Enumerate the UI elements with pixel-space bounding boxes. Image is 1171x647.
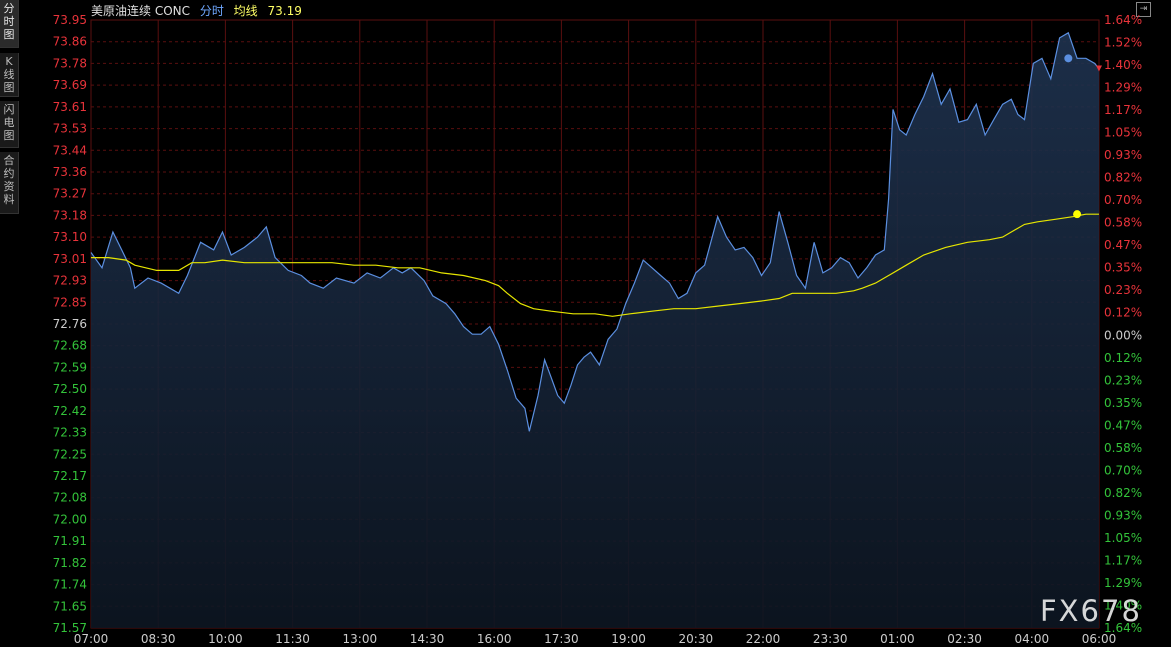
y-tick-label-right: 0.12%	[1104, 306, 1142, 320]
x-tick-label: 04:00	[1015, 632, 1050, 646]
x-tick-label: 01:00	[880, 632, 915, 646]
y-tick-label-left: 72.93	[53, 274, 87, 288]
y-tick-label-left: 72.85	[53, 295, 87, 309]
y-tick-label-left: 73.10	[53, 230, 87, 244]
y-tick-label-right: 0.47%	[1104, 238, 1142, 252]
y-tick-label-left: 73.86	[53, 35, 87, 49]
y-tick-label-right: 0.82%	[1104, 171, 1142, 185]
y-tick-label-left: 73.95	[53, 13, 87, 27]
y-tick-label-left: 72.17	[53, 469, 87, 483]
x-tick-label: 22:00	[746, 632, 781, 646]
y-tick-label-right: 0.35%	[1104, 261, 1142, 275]
y-tick-label-right: 0.00%	[1104, 328, 1142, 342]
y-tick-label-right: 0.70%	[1104, 193, 1142, 207]
y-tick-label-right: 0.82%	[1104, 486, 1142, 500]
y-tick-label-left: 71.91	[53, 534, 87, 548]
y-tick-label-left: 71.65	[53, 599, 87, 613]
y-tick-label-right: 0.70%	[1104, 463, 1142, 477]
x-tick-label: 19:00	[611, 632, 646, 646]
average-marker-dot	[1073, 210, 1082, 219]
y-tick-label-left: 72.50	[53, 382, 87, 396]
y-tick-label-left: 72.68	[53, 339, 87, 353]
y-tick-label-right: 1.05%	[1104, 126, 1142, 140]
y-tick-label-right: 1.52%	[1104, 36, 1142, 50]
y-tick-label-left: 72.76	[53, 317, 87, 331]
y-tick-label-right: 0.47%	[1104, 418, 1142, 432]
x-tick-label: 02:30	[947, 632, 982, 646]
price-area	[91, 32, 1099, 629]
y-tick-label-left: 72.25	[53, 447, 87, 461]
y-tick-label-right: 1.29%	[1104, 576, 1142, 590]
y-tick-label-left: 72.00	[53, 512, 87, 526]
y-tick-label-right: 0.93%	[1104, 148, 1142, 162]
y-tick-label-left: 73.27	[53, 187, 87, 201]
price-chart: 07:00 08:30 10:00 11:30 13:00 14:30 16:00 17:30…	[53, 13, 1142, 646]
y-tick-label-left: 71.57	[53, 621, 87, 635]
y-tick-label-right: 1.64%	[1104, 13, 1142, 27]
y-tick-label-left: 73.36	[53, 165, 87, 179]
y-tick-label-right: 0.35%	[1104, 396, 1142, 410]
y-tick-label-left: 72.42	[53, 404, 87, 418]
x-tick-label: 11:30	[275, 632, 310, 646]
y-tick-label-left: 73.78	[53, 56, 87, 70]
y-tick-label-left: 72.08	[53, 491, 87, 505]
y-tick-label-right: 1.29%	[1104, 81, 1142, 95]
y-tick-label-left: 73.18	[53, 208, 87, 222]
y-tick-label-right: 1.17%	[1104, 553, 1142, 567]
x-tick-label: 23:30	[813, 632, 848, 646]
y-tick-label-left: 71.74	[53, 578, 87, 592]
x-tick-label: 17:30	[544, 632, 579, 646]
y-tick-label-right: 0.58%	[1104, 216, 1142, 230]
y-tick-label-left: 73.44	[53, 143, 87, 157]
y-tick-label-left: 73.53	[53, 122, 87, 136]
y-tick-label-left: 73.61	[53, 100, 87, 114]
y-tick-label-left: 72.59	[53, 360, 87, 374]
y-tick-label-left: 71.82	[53, 556, 87, 570]
chart-window: 分时图 K线图 闪电图 合约资料 美原油连续 CONC 分时 均线 73.19 …	[0, 0, 1171, 647]
y-tick-label-left: 73.01	[53, 252, 87, 266]
y-tick-label-right: 1.40%	[1104, 598, 1142, 612]
y-tick-label-right: 0.23%	[1104, 283, 1142, 297]
y-tick-label-right: 1.17%	[1104, 103, 1142, 117]
price-marker-dot	[1064, 54, 1073, 63]
x-tick-label: 20:30	[679, 632, 714, 646]
x-tick-label: 14:30	[410, 632, 445, 646]
x-tick-label: 08:30	[141, 632, 176, 646]
x-tick-label: 10:00	[208, 632, 243, 646]
y-tick-label-right: 0.58%	[1104, 441, 1142, 455]
y-tick-label-right: 1.05%	[1104, 531, 1142, 545]
x-tick-label: 16:00	[477, 632, 512, 646]
y-tick-label-left: 72.33	[53, 426, 87, 440]
x-tick-label: 13:00	[343, 632, 378, 646]
y-tick-label-left: 73.69	[53, 78, 87, 92]
y-tick-label-right: 0.93%	[1104, 508, 1142, 522]
y-tick-label-right: 1.40%	[1104, 58, 1142, 72]
y-tick-label-right: 0.23%	[1104, 373, 1142, 387]
y-tick-label-right: 1.64%	[1104, 621, 1142, 635]
y-tick-label-right: 0.12%	[1104, 351, 1142, 365]
